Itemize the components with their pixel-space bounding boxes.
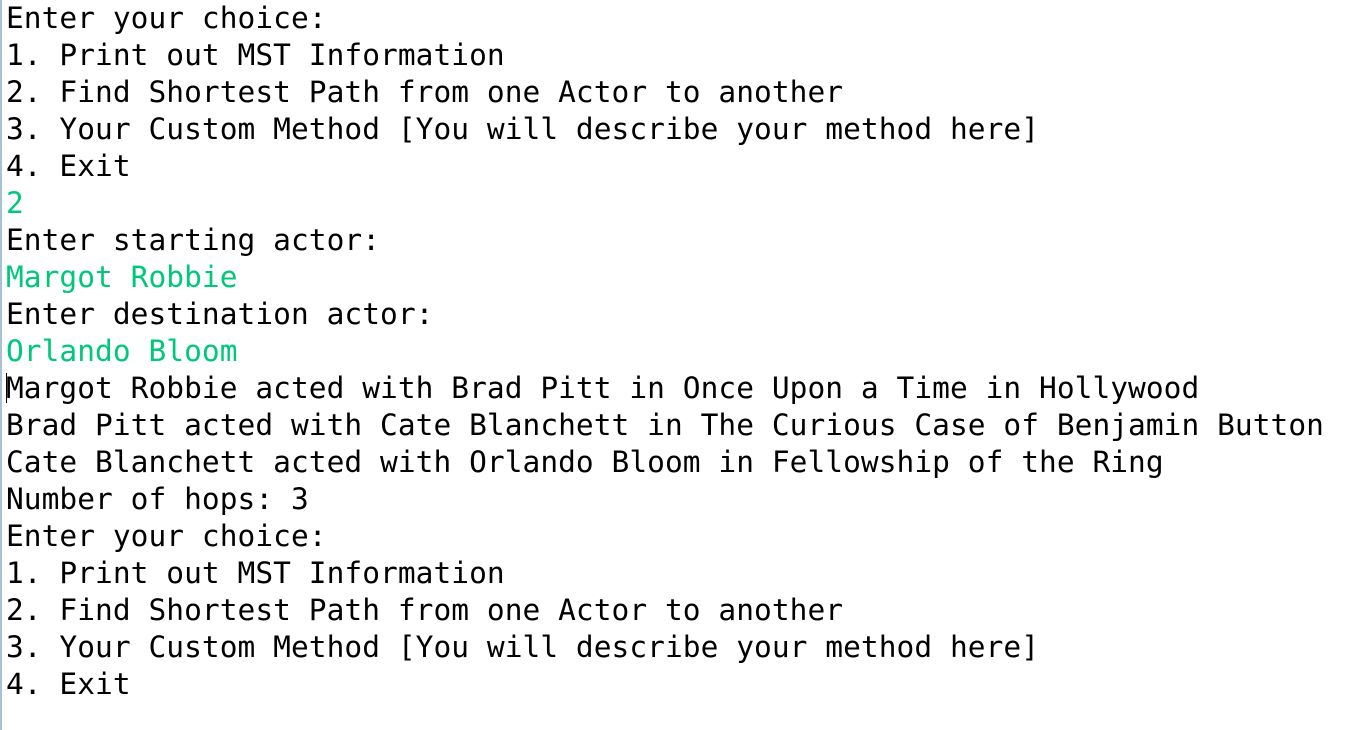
user-input-choice: 2 [6, 186, 24, 220]
destination-actor-prompt: Enter destination actor: [6, 297, 434, 331]
console-lines: Enter your choice: 1. Print out MST Info… [6, 0, 1324, 703]
user-input-destination-actor: Orlando Bloom [6, 334, 238, 368]
path-step-line: Margot Robbie acted with Brad Pitt in On… [6, 371, 1200, 405]
menu-option-exit: 4. Exit [6, 667, 131, 701]
hops-count-line: Number of hops: 3 [6, 482, 309, 516]
menu-option-print-mst: 1. Print out MST Information [6, 556, 505, 590]
menu-option-custom-method: 3. Your Custom Method [You will describe… [6, 112, 1040, 146]
menu-option-custom-method: 3. Your Custom Method [You will describe… [6, 630, 1040, 664]
path-step-line: Cate Blanchett acted with Orlando Bloom … [6, 445, 1164, 479]
console-output[interactable]: Enter your choice: 1. Print out MST Info… [0, 0, 1360, 730]
menu-option-print-mst: 1. Print out MST Information [6, 38, 505, 72]
text-caret [6, 373, 7, 403]
starting-actor-prompt: Enter starting actor: [6, 223, 381, 257]
menu-option-shortest-path: 2. Find Shortest Path from one Actor to … [6, 75, 844, 109]
menu-prompt: Enter your choice: [6, 1, 327, 35]
path-step-line: Brad Pitt acted with Cate Blanchett in T… [6, 408, 1324, 442]
menu-prompt: Enter your choice: [6, 519, 327, 553]
menu-option-exit: 4. Exit [6, 149, 131, 183]
user-input-starting-actor: Margot Robbie [6, 260, 238, 294]
menu-option-shortest-path: 2. Find Shortest Path from one Actor to … [6, 593, 844, 627]
